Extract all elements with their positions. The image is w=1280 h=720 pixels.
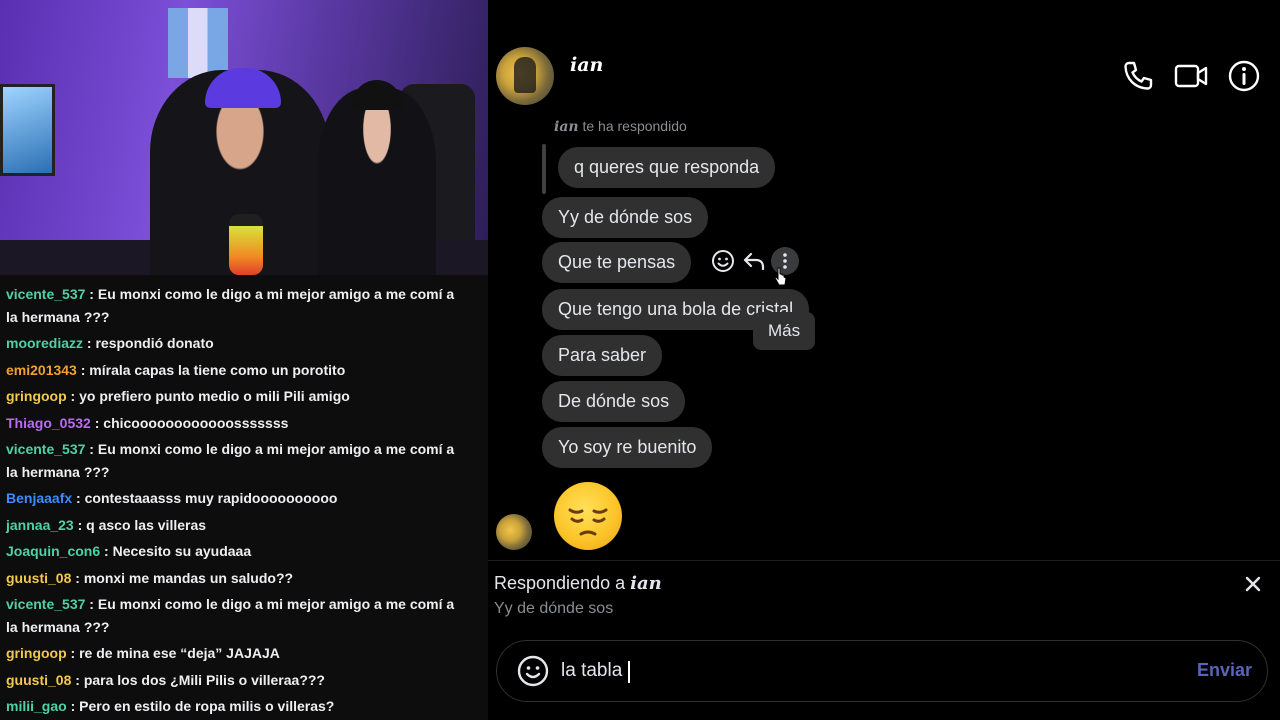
pensive-face-emoji[interactable] — [554, 482, 622, 550]
chat-message: Benjaaafx : contestaaasss muy rapidooooo… — [0, 487, 488, 514]
emoji-picker-icon[interactable] — [516, 654, 550, 688]
chat-username[interactable]: milii_gao — [6, 698, 67, 714]
monitor — [0, 84, 55, 176]
info-icon[interactable] — [1226, 58, 1262, 94]
chat-separator: : — [76, 361, 90, 378]
chat-username[interactable]: Thiago_0532 — [6, 415, 91, 431]
message-bubble[interactable]: Yy de dónde sos — [542, 197, 709, 238]
chat-message: Thiago_0532 : chicoooooooooooosssssss — [0, 412, 488, 439]
chat-text: contestaaasss muy rapidoooooooooo — [84, 490, 338, 506]
stream-chat: vicente_537 : Eu monxi como le digo a mi… — [0, 275, 488, 720]
chat-username[interactable]: gringoop — [6, 388, 67, 404]
chat-username[interactable]: emi201343 — [6, 362, 77, 378]
contact-avatar[interactable] — [496, 47, 554, 105]
chat-separator: : — [66, 698, 80, 714]
chat-message: moorediazz : respondió donato — [0, 332, 488, 359]
chat-username[interactable]: Benjaaafx — [6, 490, 72, 506]
message-thread: ian te ha respondido q queres que respon… — [488, 120, 1280, 560]
chat-text: q asco las villeras — [86, 516, 207, 533]
chat-username[interactable]: vicente_537 — [6, 286, 85, 302]
rgb-speaker — [229, 214, 263, 275]
message-bubble[interactable]: q queres que responda — [558, 147, 776, 188]
chat-username[interactable]: vicente_537 — [6, 596, 85, 612]
chat-separator: : — [66, 388, 80, 404]
contact-name[interactable]: ian — [570, 54, 603, 76]
chat-message: vicente_537 : Eu monxi como le digo a mi… — [0, 438, 488, 487]
chat-username[interactable]: Joaquin_con6 — [6, 543, 100, 559]
chat-message: guusti_08 : monxi me mandas un saludo?? — [0, 567, 488, 594]
phone-icon[interactable] — [1120, 58, 1156, 94]
reply-banner: Respondiendo a ian Yy de dónde sos — [488, 560, 1280, 632]
reply-icon[interactable] — [740, 247, 768, 275]
chat-separator: : — [85, 286, 98, 302]
mouse-pointer-icon — [774, 267, 787, 286]
chat-username[interactable]: guusti_08 — [6, 570, 71, 586]
streamer-right — [318, 88, 436, 275]
chat-text: Necesito su ayudaaa — [112, 543, 252, 559]
reply-prefix: Respondiendo a — [494, 573, 631, 593]
chat-separator: : — [90, 414, 104, 431]
chat-separator: : — [100, 543, 113, 559]
chat-message: gringoop : yo prefiero punto medio o mil… — [0, 385, 488, 412]
reply-preview: Yy de dónde sos — [494, 600, 614, 617]
chat-message: vicente_537 : Eu monxi como le digo a mi… — [0, 593, 488, 642]
reply-title: Respondiendo a ian — [494, 573, 662, 594]
chat-text: para los dos ¿Mili Pilis o villeraa??? — [83, 671, 325, 688]
message-bubble[interactable]: Para saber — [542, 335, 663, 376]
chat-username[interactable]: guusti_08 — [6, 672, 71, 688]
chat-text: respondió donato — [95, 335, 214, 351]
chat-separator: : — [66, 645, 80, 661]
more-tooltip: Más — [753, 312, 816, 350]
reply-note: ian te ha respondido — [554, 120, 687, 135]
chat-username[interactable]: gringoop — [6, 645, 67, 661]
message-composer: Enviar — [496, 640, 1268, 702]
chat-text: monxi me mandas un saludo?? — [83, 569, 294, 586]
video-icon[interactable] — [1173, 58, 1209, 94]
close-icon[interactable] — [1242, 573, 1264, 595]
chat-separator: : — [71, 569, 84, 586]
chat-text: yo prefiero punto medio o mili Pili amig… — [79, 388, 350, 404]
reply-note-text: te ha respondido — [578, 120, 687, 134]
chat-message: emi201343 : mírala capas la tiene como u… — [0, 359, 488, 386]
reply-note-name: ian — [554, 120, 579, 135]
quote-bar — [542, 144, 546, 194]
wall-flag — [168, 8, 228, 78]
chat-username[interactable]: moorediazz — [6, 335, 83, 351]
reply-name: ian — [630, 573, 662, 594]
chat-message: vicente_537 : Eu monxi como le digo a mi… — [0, 283, 488, 332]
messenger-window: ian ian te ha respondido q queres que re… — [488, 0, 1280, 720]
chat-message: gringoop : re de mina ese “deja” JAJAJA — [0, 642, 488, 669]
text-caret — [628, 661, 630, 683]
chat-separator: : — [85, 441, 98, 457]
chat-text: Pero en estilo de ropa milis o villeras? — [79, 698, 335, 714]
message-bubble[interactable]: Yo soy re buenito — [542, 427, 713, 468]
sender-avatar[interactable] — [496, 514, 532, 550]
message-bubble[interactable]: Que te pensas — [542, 242, 692, 283]
streamer-right-cap — [352, 80, 402, 110]
chat-text: re de mina ese “deja” JAJAJA — [79, 645, 280, 661]
chat-message: guusti_08 : para los dos ¿Mili Pilis o v… — [0, 669, 488, 696]
chat-separator: : — [71, 671, 84, 688]
chat-separator: : — [85, 596, 98, 612]
message-bubble[interactable]: De dónde sos — [542, 381, 686, 422]
chat-separator: : — [72, 490, 85, 506]
send-button[interactable]: Enviar — [1197, 660, 1252, 681]
chat-username[interactable]: jannaa_23 — [6, 517, 74, 533]
chat-message: jannaa_23 : q asco las villeras — [0, 514, 488, 541]
chat-username[interactable]: vicente_537 — [6, 441, 85, 457]
chat-separator: : — [83, 335, 96, 351]
chat-separator: : — [73, 516, 87, 533]
stream-video — [0, 0, 488, 275]
chat-message: Joaquin_con6 : Necesito su ayudaaa — [0, 540, 488, 567]
chat-text: chicoooooooooooosssssss — [103, 414, 289, 431]
chat-text: mírala capas la tiene como un porotito — [89, 361, 346, 378]
chat-message: milii_gao : Pero en estilo de ropa milis… — [0, 695, 488, 720]
smiley-icon[interactable] — [709, 247, 737, 275]
message-input[interactable] — [561, 651, 1161, 691]
chat-header: ian — [488, 0, 1280, 120]
